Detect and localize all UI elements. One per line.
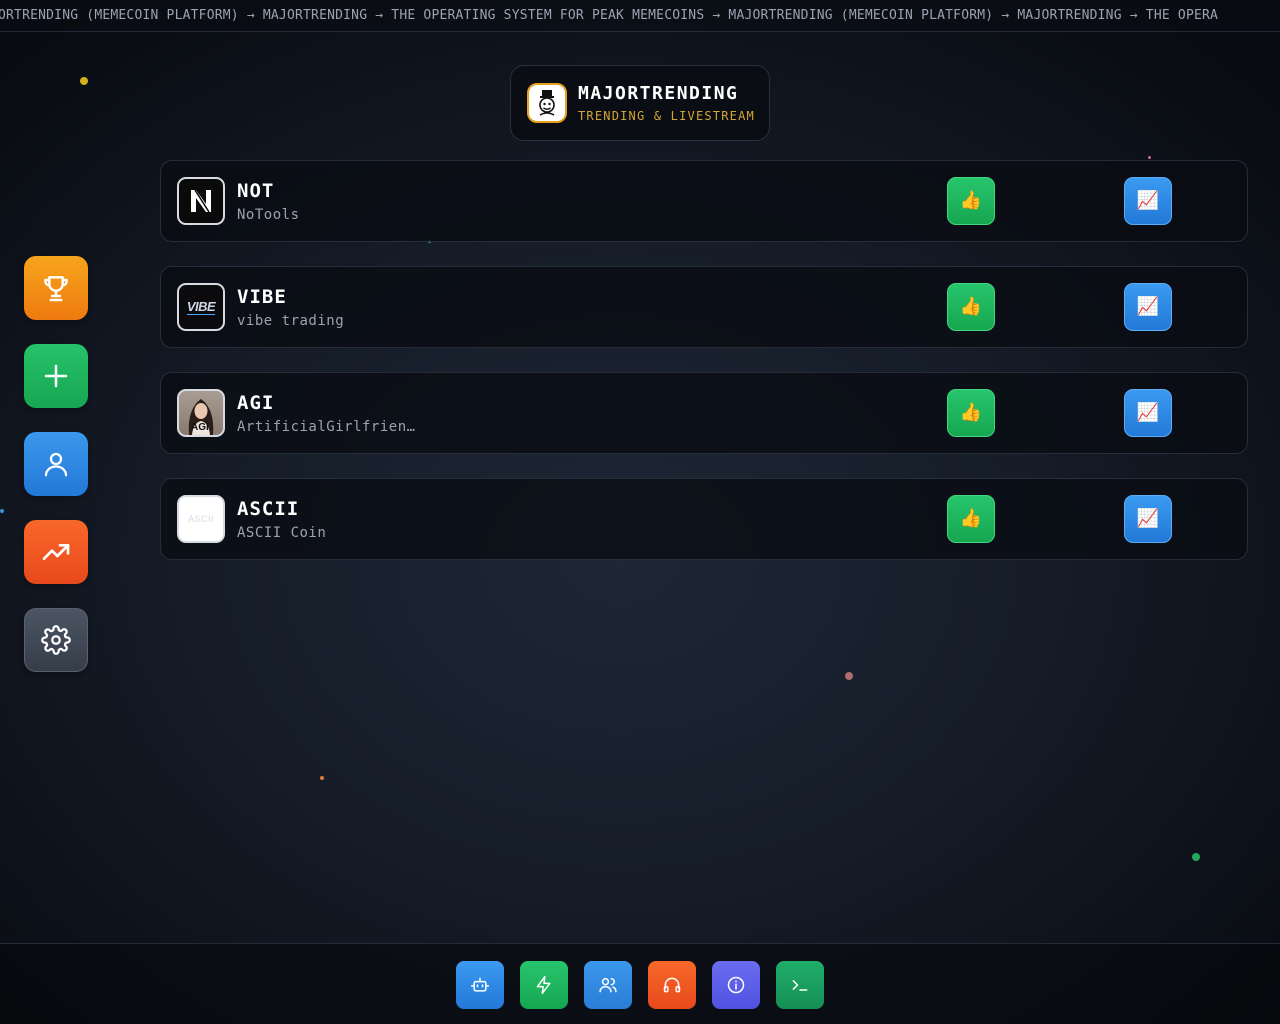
chart-up-icon: 📈 <box>1136 296 1160 317</box>
ascii-logo-text: ASCII <box>187 514 214 524</box>
info-button[interactable] <box>712 961 760 1009</box>
chart-up-icon: 📈 <box>1136 508 1160 529</box>
particle <box>845 672 853 680</box>
thumbs-up-icon: 👍 <box>959 508 983 529</box>
user-icon <box>44 452 68 477</box>
agi-logo-text: AGI <box>191 422 209 433</box>
brand-title: MAJORTRENDING <box>578 83 739 104</box>
gear-icon <box>41 625 71 655</box>
coin-list: NOT NoTools 👍 📈 VIBE VIBE vibe trading 👍… <box>160 160 1248 584</box>
like-button[interactable]: 👍 <box>947 283 995 331</box>
particle <box>0 509 4 513</box>
thumbs-up-icon: 👍 <box>959 402 983 423</box>
coin-description: ASCII Coin <box>237 525 327 541</box>
coin-name: AGI <box>237 392 275 414</box>
like-button[interactable]: 👍 <box>947 495 995 543</box>
chart-button[interactable]: 📈 <box>1124 389 1172 437</box>
mascot-logo-icon <box>527 83 567 123</box>
brand-header[interactable]: MAJORTRENDING TRENDING & LIVESTREAM <box>510 65 770 141</box>
coin-row-not[interactable]: NOT NoTools 👍 📈 <box>160 160 1248 242</box>
coin-description: vibe trading <box>237 313 345 329</box>
chart-button[interactable]: 📈 <box>1124 495 1172 543</box>
chart-up-icon: 📈 <box>1136 402 1160 423</box>
chart-up-icon: 📈 <box>1136 190 1160 211</box>
agi-avatar-icon: AGI <box>177 389 225 437</box>
particle <box>320 776 324 780</box>
coin-description: ArtificialGirlfrien… <box>237 419 416 435</box>
plus-icon <box>44 364 68 388</box>
coin-row-agi[interactable]: AGI AGI ArtificialGirlfrien… 👍 📈 <box>160 372 1248 454</box>
info-icon <box>727 976 745 994</box>
headphones-icon <box>663 977 681 993</box>
community-button[interactable] <box>584 961 632 1009</box>
particle <box>1192 853 1200 861</box>
vibe-logo-icon: VIBE <box>177 283 225 331</box>
bot-button[interactable] <box>456 961 504 1009</box>
like-button[interactable]: 👍 <box>947 177 995 225</box>
thumbs-up-icon: 👍 <box>959 190 983 211</box>
coin-name: VIBE <box>237 286 287 308</box>
brand-subtitle: TRENDING & LIVESTREAM <box>578 109 755 123</box>
trending-button[interactable] <box>24 520 88 584</box>
profile-button[interactable] <box>24 432 88 496</box>
coin-name: NOT <box>237 180 275 202</box>
chart-button[interactable]: 📈 <box>1124 177 1172 225</box>
notools-logo-icon <box>177 177 225 225</box>
coin-description: NoTools <box>237 207 300 223</box>
ascii-logo-icon: ASCII <box>177 495 225 543</box>
coin-row-vibe[interactable]: VIBE VIBE vibe trading 👍 📈 <box>160 266 1248 348</box>
coin-row-ascii[interactable]: ASCII ASCII ASCII Coin 👍 📈 <box>160 478 1248 560</box>
trending-up-icon <box>42 544 70 560</box>
boost-button[interactable] <box>520 961 568 1009</box>
coin-name: ASCII <box>237 498 300 520</box>
leaderboard-button[interactable] <box>24 256 88 320</box>
terminal-button[interactable] <box>776 961 824 1009</box>
thumbs-up-icon: 👍 <box>959 296 983 317</box>
chart-button[interactable]: 📈 <box>1124 283 1172 331</box>
add-button[interactable] <box>24 344 88 408</box>
particle <box>80 77 88 85</box>
particle <box>1148 156 1151 159</box>
support-button[interactable] <box>648 961 696 1009</box>
left-sidebar <box>24 256 88 696</box>
bottom-toolbar <box>0 943 1280 1024</box>
like-button[interactable]: 👍 <box>947 389 995 437</box>
lightning-icon <box>536 975 551 995</box>
settings-button[interactable] <box>24 608 88 672</box>
ticker-text: ORTRENDING (MEMECOIN PLATFORM) → MAJORTR… <box>0 8 1219 23</box>
marquee-ticker: ORTRENDING (MEMECOIN PLATFORM) → MAJORTR… <box>0 0 1280 32</box>
terminal-icon <box>792 980 808 991</box>
users-icon <box>599 978 617 993</box>
trophy-icon <box>44 276 68 302</box>
vibe-logo-text: VIBE <box>186 299 216 315</box>
robot-icon <box>470 977 490 992</box>
